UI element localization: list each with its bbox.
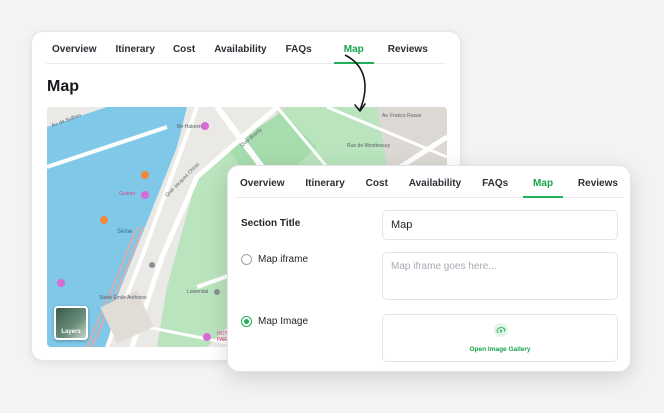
map-iframe-textarea[interactable]: Map iframe goes here... [382,252,618,300]
front-tab-faqs[interactable]: FAQs [476,178,514,197]
front-tab-availability[interactable]: Availability [403,178,467,197]
front-tab-cost[interactable]: Cost [360,178,394,197]
curved-arrow-icon [344,54,366,112]
map-image-label: Map Image [258,316,309,327]
front-tab-itinerary[interactable]: Itinerary [299,178,350,197]
page-title: Map [47,78,79,95]
layers-label: Layers [61,329,81,335]
svg-text:Seine: Seine [117,229,133,235]
svg-text:Stade Émile Anthoine: Stade Émile Anthoine [99,294,147,301]
front-tab-bar: Overview Itinerary Cost Availability FAQ… [234,178,624,198]
front-tab-overview[interactable]: Overview [234,178,290,197]
svg-text:Bir-Hakeim: Bir-Hakeim [177,124,202,130]
upload-cloud-icon [494,323,508,337]
back-tab-availability[interactable]: Availability [208,44,272,63]
layers-button[interactable]: Layers [54,306,88,340]
open-image-gallery-label: Open Image Gallery [469,346,531,353]
section-title-input[interactable]: Map [382,210,618,240]
front-tab-reviews[interactable]: Reviews [572,178,624,197]
map-editor-card-front: Overview Itinerary Cost Availability FAQ… [227,165,631,372]
svg-text:Rue de Monttessuy: Rue de Monttessuy [347,143,391,149]
svg-text:Lowendal: Lowendal [187,289,208,295]
front-tab-map[interactable]: Map [523,178,564,198]
section-title-label: Section Title [241,218,301,229]
back-tab-cost[interactable]: Cost [167,44,201,63]
back-tab-itinerary[interactable]: Itinerary [109,44,160,63]
back-tab-reviews[interactable]: Reviews [382,44,434,63]
open-image-gallery-button[interactable]: Open Image Gallery [382,314,618,362]
back-tab-bar: Overview Itinerary Cost Availability FAQ… [46,44,446,64]
svg-text:Av. Franco Russe: Av. Franco Russe [382,113,421,119]
map-iframe-radio[interactable] [241,254,252,265]
map-iframe-label: Map iframe [258,254,309,265]
back-tab-overview[interactable]: Overview [46,44,102,63]
back-tab-faqs[interactable]: FAQs [280,44,318,63]
map-image-radio[interactable] [241,316,252,327]
svg-text:Guimet: Guimet [119,191,136,197]
